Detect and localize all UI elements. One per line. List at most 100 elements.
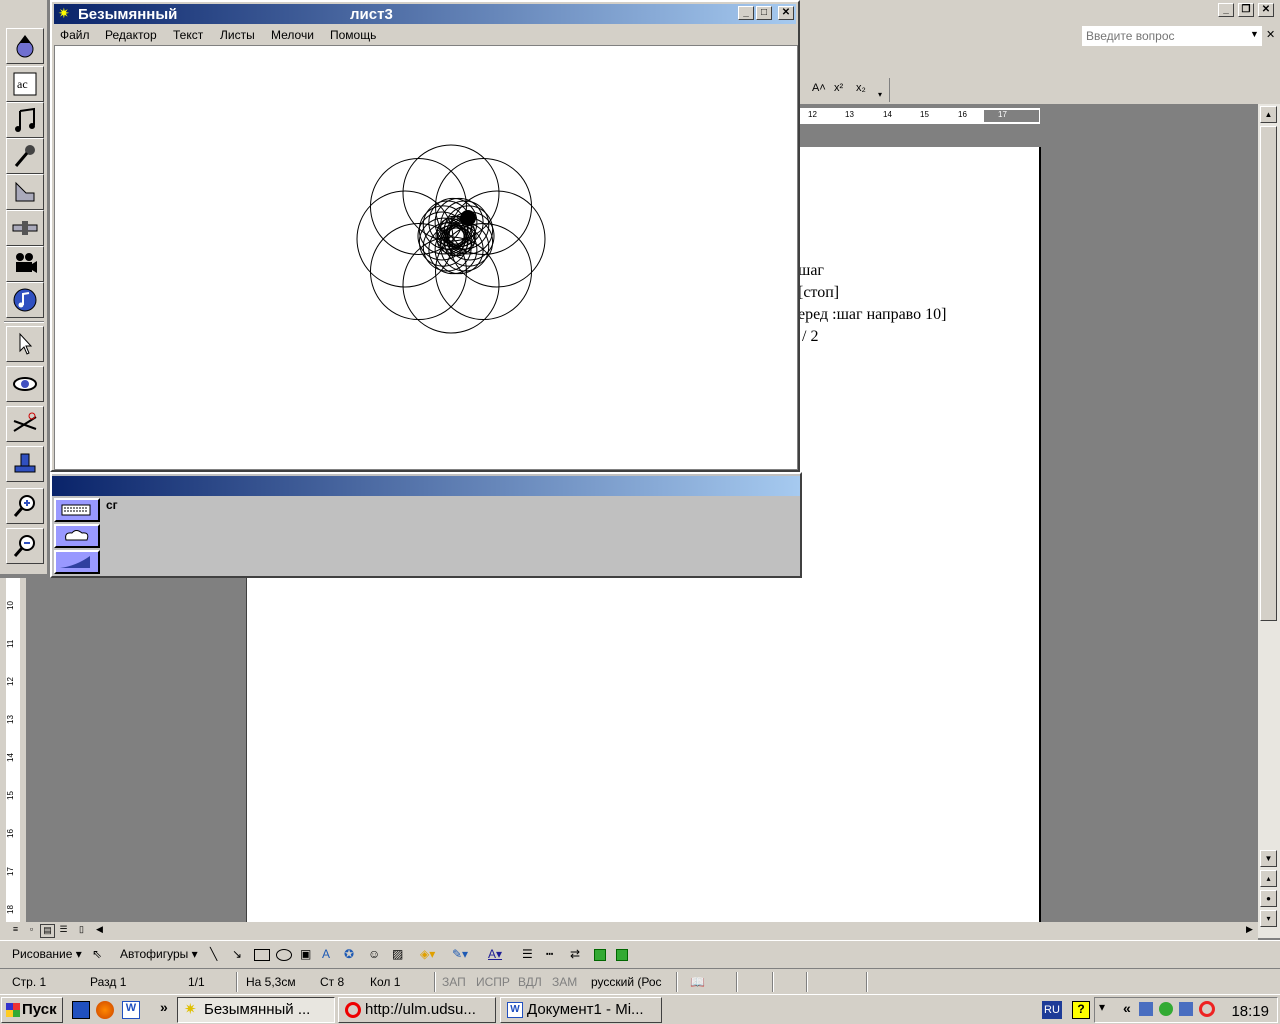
draw-menu-button[interactable]: Рисование ▾ <box>12 947 82 961</box>
network-icon[interactable] <box>1139 1002 1153 1016</box>
vertical-scrollbar[interactable]: ▲ ▼ ▴ ● ▾ <box>1258 104 1280 938</box>
zoom-out-tool[interactable] <box>6 528 44 564</box>
task-browser[interactable]: http://ulm.udsu... <box>338 997 496 1023</box>
select-browse-object-button[interactable]: ● <box>1260 890 1277 907</box>
start-button[interactable]: Пуск <box>1 997 63 1023</box>
wordart-icon[interactable]: A <box>322 947 330 961</box>
minimize-button[interactable]: _ <box>738 6 754 20</box>
logo-window: ✷ Безымянный лист3 _ □ ✕ Файл Редактор Т… <box>50 0 800 472</box>
close-button[interactable]: ✕ <box>1258 3 1274 17</box>
clipart-icon[interactable]: ☺ <box>368 947 380 961</box>
scroll-right-icon[interactable]: ▶ <box>1242 924 1257 938</box>
menu-help[interactable]: Помощь <box>330 28 376 42</box>
shapes-tab[interactable] <box>54 524 100 548</box>
minimize-button[interactable]: _ <box>1218 3 1234 17</box>
next-page-button[interactable]: ▾ <box>1260 910 1277 927</box>
menu-editor[interactable]: Редактор <box>105 28 157 42</box>
select-tool[interactable] <box>6 326 44 362</box>
dash-style-icon[interactable]: ┅ <box>546 947 553 961</box>
line-style-icon[interactable]: ☰ <box>522 947 533 961</box>
reading-view-icon[interactable]: ▯ <box>74 924 89 938</box>
menu-text[interactable]: Текст <box>173 28 203 42</box>
status-record[interactable]: ЗАП <box>442 975 466 989</box>
scanner-tool[interactable] <box>6 174 44 210</box>
scroll-down-button[interactable]: ▼ <box>1260 850 1277 867</box>
status-track-changes[interactable]: ИСПР <box>476 975 510 989</box>
save-icon[interactable] <box>72 1001 90 1019</box>
help-icon[interactable]: ? <box>1072 1001 1090 1019</box>
command-input[interactable]: сг <box>106 498 118 512</box>
turtle-tool[interactable] <box>6 28 44 64</box>
drawing-canvas[interactable] <box>54 45 798 470</box>
textbox-icon[interactable]: ▣ <box>300 947 311 961</box>
scroll-thumb[interactable] <box>1260 126 1277 621</box>
line-color-icon[interactable]: ✎▾ <box>452 947 468 961</box>
font-color-icon[interactable]: A▾ <box>488 947 502 961</box>
arrow-icon[interactable]: ↘ <box>232 947 242 961</box>
oval-icon[interactable] <box>276 949 292 961</box>
menu-misc[interactable]: Мелочи <box>271 28 314 42</box>
music-tool[interactable] <box>6 102 44 138</box>
close-button[interactable]: ✕ <box>778 6 794 20</box>
shadow-style-icon[interactable] <box>594 949 606 961</box>
turtle-sprite[interactable] <box>460 210 476 226</box>
toolbar-options-icon[interactable]: ▾ <box>878 90 882 99</box>
eye-tool[interactable] <box>6 366 44 402</box>
3d-style-icon[interactable] <box>616 949 628 961</box>
document-page-lower[interactable] <box>246 578 1041 922</box>
slider-tool[interactable] <box>6 210 44 246</box>
network2-icon[interactable] <box>1179 1002 1193 1016</box>
close-doc-icon[interactable]: ✕ <box>1266 28 1275 41</box>
more-quicklaunch-icon[interactable]: » <box>160 999 168 1015</box>
horizontal-scrollbar[interactable]: ≡ ▫ ▤ ☰ ▯ ◀ ▶ <box>0 922 1258 940</box>
camera-tool[interactable] <box>6 246 44 282</box>
scroll-up-button[interactable]: ▲ <box>1260 106 1277 123</box>
outline-view-icon[interactable]: ☰ <box>56 924 71 938</box>
grow-font-icon[interactable]: A˄ <box>812 82 826 94</box>
rectangle-icon[interactable] <box>254 949 270 961</box>
spelling-status-icon[interactable]: 📖 <box>690 975 705 989</box>
web-view-icon[interactable]: ▫ <box>24 924 39 938</box>
subscript-icon[interactable]: x₂ <box>856 82 866 94</box>
text-tool[interactable]: ac <box>6 66 44 102</box>
sound-tool[interactable] <box>6 282 44 318</box>
command-tab[interactable] <box>54 498 100 522</box>
select-objects-icon[interactable]: ⇖ <box>92 947 102 961</box>
scissors-tool[interactable] <box>6 406 44 442</box>
stamp-tool[interactable] <box>6 446 44 482</box>
language-indicator[interactable]: RU <box>1042 1001 1062 1019</box>
restore-button[interactable]: ❐ <box>1238 3 1254 17</box>
status-extend[interactable]: ВДЛ <box>518 975 542 989</box>
scroll-track[interactable] <box>110 923 1240 939</box>
fill-color-icon[interactable]: ◈▾ <box>420 947 435 961</box>
microphone-tool[interactable] <box>6 138 44 174</box>
command-titlebar[interactable] <box>52 476 800 496</box>
expand-tray-icon[interactable]: « <box>1123 1000 1131 1016</box>
line-icon[interactable]: ╲ <box>210 947 217 961</box>
task-word[interactable]: W Документ1 - Mi... <box>500 997 662 1023</box>
chevron-down-icon[interactable]: ▼ <box>1250 29 1259 39</box>
logo-titlebar[interactable]: ✷ Безымянный лист3 _ □ ✕ <box>54 4 796 24</box>
task-logo[interactable]: ✷ Безымянный ... <box>177 997 335 1023</box>
diagram-icon[interactable]: ✪ <box>344 947 354 961</box>
autoshapes-menu-button[interactable]: Автофигуры ▾ <box>120 947 198 961</box>
opera-tray-icon[interactable] <box>1199 1001 1215 1017</box>
ask-question-input[interactable] <box>1082 26 1262 46</box>
scroll-left-icon[interactable]: ◀ <box>92 924 107 938</box>
volume-icon[interactable]: ▾ <box>1099 1000 1105 1014</box>
picture-icon[interactable]: ▨ <box>392 947 403 961</box>
superscript-icon[interactable]: x² <box>834 82 843 94</box>
menu-sheets[interactable]: Листы <box>220 28 255 42</box>
menu-file[interactable]: Файл <box>60 28 90 42</box>
prev-page-button[interactable]: ▴ <box>1260 870 1277 887</box>
colors-tab[interactable] <box>54 550 100 574</box>
print-view-icon[interactable]: ▤ <box>40 924 55 938</box>
normal-view-icon[interactable]: ≡ <box>8 924 23 938</box>
word-icon[interactable]: W <box>122 1001 140 1019</box>
firefox-icon[interactable] <box>96 1001 114 1019</box>
status-overtype[interactable]: ЗАМ <box>552 975 577 989</box>
maximize-button[interactable]: □ <box>756 6 772 20</box>
zoom-in-tool[interactable] <box>6 488 44 524</box>
antivirus-icon[interactable] <box>1159 1002 1173 1016</box>
arrow-style-icon[interactable]: ⇄ <box>570 947 580 961</box>
